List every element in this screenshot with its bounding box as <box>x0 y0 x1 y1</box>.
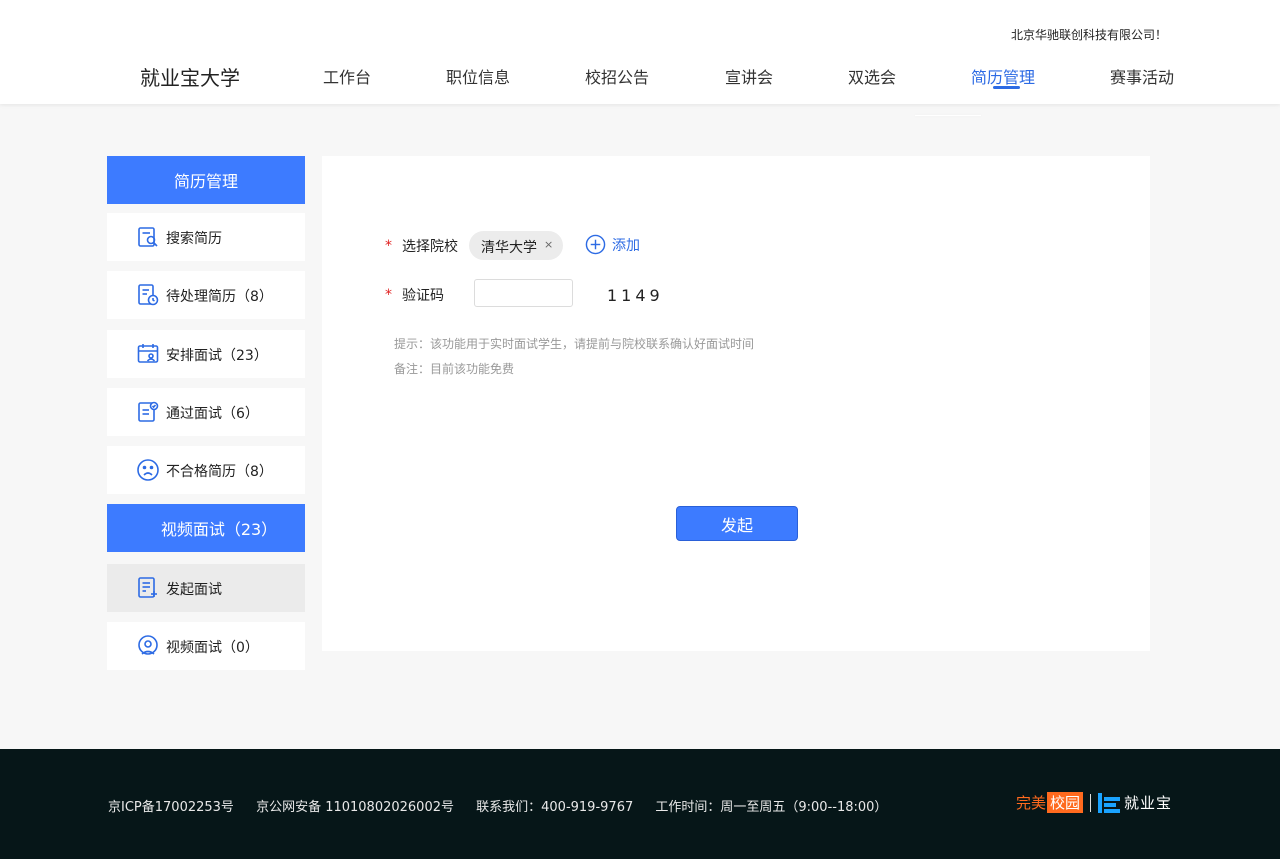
sad-face-icon <box>137 459 159 481</box>
brand-perfect: 完美 <box>1015 794 1046 812</box>
sidebar-item-schedule-interview[interactable]: 安排面试（23） <box>107 330 305 378</box>
sidebar-item-label: 通过面试（6） <box>166 406 259 422</box>
company-name: 北京华驰联创科技有限公司！ <box>1010 28 1167 42</box>
note-text: 备注：目前该功能免费 <box>394 362 515 376</box>
calendar-user-icon <box>137 344 159 363</box>
sidebar-item-pending-resume[interactable]: 待处理简历（8） <box>107 271 305 319</box>
hint-text: 提示：该功能用于实时面试学生，请提前与院校联系确认好面试时间 <box>394 337 755 351</box>
police-record: 京公网安备 11010802026002号 <box>256 800 454 815</box>
required-mark: * <box>385 238 392 254</box>
brand-campus: 校园 <box>1046 792 1083 813</box>
clock-document-icon <box>138 284 159 306</box>
jiuyebao-logo-icon <box>1097 792 1120 813</box>
tag-close-icon[interactable]: × <box>544 238 553 251</box>
required-mark: * <box>385 287 392 303</box>
sidebar-item-search-resume[interactable]: 搜索简历 <box>107 213 305 261</box>
nav-resume-management[interactable]: 简历管理 <box>971 64 1035 88</box>
start-interview-button[interactable]: 发起 <box>676 506 798 541</box>
nav-presentations[interactable]: 宣讲会 <box>725 64 773 88</box>
nav-active-indicator <box>993 86 1020 89</box>
captcha-code[interactable]: 1149 <box>607 286 664 305</box>
nav-campus-notices[interactable]: 校招公告 <box>585 64 649 88</box>
sidebar-item-label: 搜索简历 <box>166 231 222 247</box>
sidebar-item-label: 不合格简历（8） <box>166 464 273 480</box>
sidebar-section-resume[interactable]: 简历管理 <box>107 156 305 204</box>
sidebar-item-passed-interview[interactable]: 通过面试（6） <box>107 388 305 436</box>
add-document-icon <box>138 577 157 598</box>
nav-shadow-line <box>915 115 981 116</box>
sidebar-item-label: 安排面试（23） <box>166 348 268 364</box>
site-logo[interactable]: 就业宝大学 <box>140 62 240 91</box>
search-document-icon <box>138 227 158 247</box>
code-label: 验证码 <box>402 288 444 304</box>
sidebar-section-video-interview[interactable]: 视频面试（23） <box>107 504 305 552</box>
nav-job-fair[interactable]: 双选会 <box>848 64 896 88</box>
working-hours: 工作时间：周一至周五（9:00--18:00） <box>655 800 888 815</box>
check-document-icon <box>138 401 159 422</box>
nav-positions[interactable]: 职位信息 <box>446 64 510 88</box>
webcam-icon <box>138 635 158 655</box>
footer: 京ICP备17002253号 京公网安备 11010802026002号 联系我… <box>0 749 1280 859</box>
sidebar-item-rejected-resume[interactable]: 不合格简历（8） <box>107 446 305 494</box>
sidebar-item-label: 视频面试（0） <box>166 640 259 656</box>
verification-code-input[interactable] <box>474 279 573 307</box>
brand-jiuyebao: 就业宝 <box>1123 794 1172 812</box>
sidebar-section-label: 视频面试（23） <box>160 520 278 539</box>
sidebar-item-label: 发起面试 <box>166 582 222 598</box>
sidebar-section-label: 简历管理 <box>173 172 238 191</box>
contact-phone: 联系我们：400-919-9767 <box>476 800 634 815</box>
add-school-button[interactable]: 添加 <box>585 234 640 255</box>
sidebar-item-video-interview[interactable]: 视频面试（0） <box>107 622 305 670</box>
main-panel: * 选择院校 清华大学 × 添加 * 验证码 1149 提示：该功能用于实时面试… <box>322 156 1150 651</box>
nav-workbench[interactable]: 工作台 <box>323 64 371 88</box>
icp-number: 京ICP备17002253号 <box>108 800 234 815</box>
sidebar-item-label: 待处理简历（8） <box>166 289 273 305</box>
school-tag: 清华大学 × <box>469 231 563 260</box>
nav-events[interactable]: 赛事活动 <box>1110 64 1174 88</box>
brand-divider <box>1089 793 1091 812</box>
sidebar-item-start-interview[interactable]: 发起面试 <box>107 564 305 612</box>
brand-logos: 完美 校园 就业宝 <box>1016 792 1172 813</box>
school-tag-text: 清华大学 <box>481 240 537 256</box>
footer-info: 京ICP备17002253号 京公网安备 11010802026002号 联系我… <box>108 796 905 815</box>
top-header: 北京华驰联创科技有限公司！ 就业宝大学 工作台 职位信息 校招公告 宣讲会 双选… <box>0 0 1280 104</box>
add-school-label: 添加 <box>612 237 640 254</box>
school-label: 选择院校 <box>402 239 458 255</box>
plus-circle-icon <box>585 234 606 255</box>
